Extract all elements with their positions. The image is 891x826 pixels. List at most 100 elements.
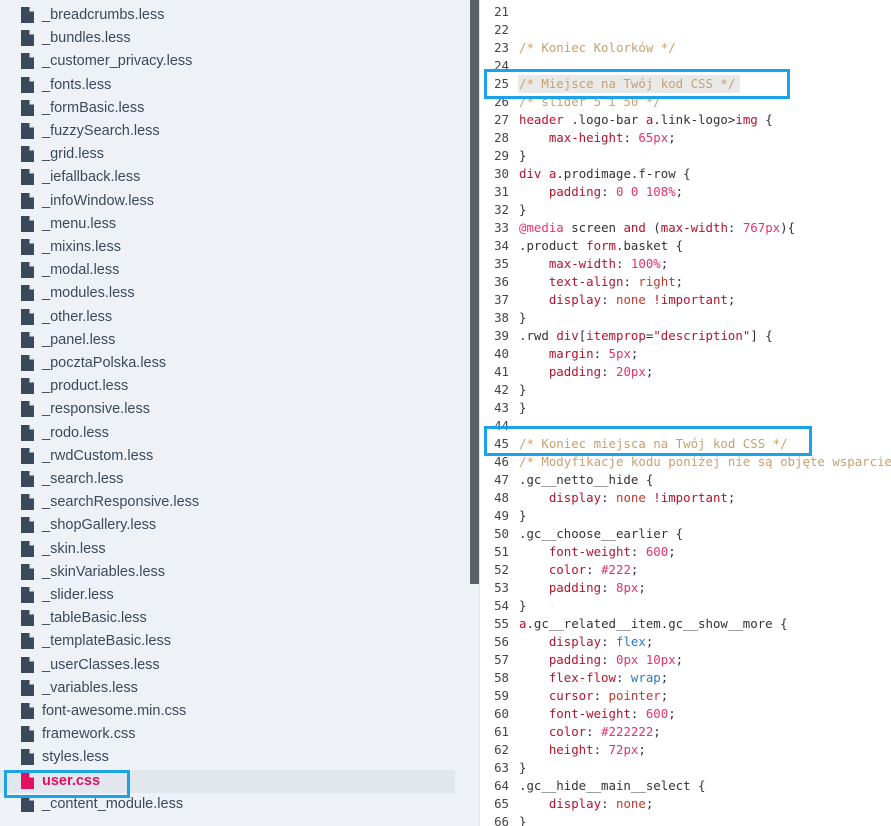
file-item[interactable]: _menu.less	[0, 213, 455, 236]
file-item[interactable]: _product.less	[0, 375, 455, 398]
file-item[interactable]: _customer_privacy.less	[0, 50, 455, 73]
code-line[interactable]: 65 display: none;	[480, 795, 891, 813]
code-line[interactable]: 34 .product form.basket {	[480, 237, 891, 255]
file-icon	[21, 30, 34, 47]
sidebar-scrollbar-thumb[interactable]	[470, 0, 479, 584]
file-item[interactable]: _fonts.less	[0, 74, 455, 97]
code-line[interactable]: 47 .gc__netto__hide {	[480, 471, 891, 489]
code-line[interactable]: 63}	[480, 759, 891, 777]
file-icon	[21, 285, 34, 302]
file-item[interactable]: _skinVariables.less	[0, 561, 455, 584]
code-line[interactable]: 40 margin: 5px;	[480, 345, 891, 363]
file-item[interactable]: framework.css	[0, 723, 455, 746]
code-line[interactable]: 42}	[480, 381, 891, 399]
code-token: :	[630, 544, 646, 559]
file-item[interactable]: _bundles.less	[0, 27, 455, 50]
file-name: _breadcrumbs.less	[42, 7, 165, 23]
code-line[interactable]: 22	[480, 21, 891, 39]
file-item[interactable]: _mixins.less	[0, 236, 455, 259]
code-line[interactable]: 48 display: none !important;	[480, 489, 891, 507]
file-item[interactable]: font-awesome.min.css	[0, 700, 455, 723]
code-token: .gc__choose__earlier {	[519, 526, 684, 541]
file-item[interactable]: _templateBasic.less	[0, 630, 455, 653]
code-line[interactable]: 37 display: none !important;	[480, 291, 891, 309]
code-line[interactable]: 29}	[480, 147, 891, 165]
file-name: _slider.less	[42, 587, 114, 603]
file-item[interactable]: _userClasses.less	[0, 654, 455, 677]
code-text: display: flex;	[519, 633, 653, 651]
code-line[interactable]: 53 padding: 8px;	[480, 579, 891, 597]
line-number: 56	[494, 634, 509, 649]
file-name: _templateBasic.less	[42, 633, 171, 650]
file-item[interactable]: _infoWindow.less	[0, 190, 455, 213]
code-line[interactable]: 64 .gc__hide__main__select {	[480, 777, 891, 795]
code-line[interactable]: 27 header .logo-bar a.link-logo>img {	[480, 111, 891, 129]
file-item[interactable]: _rwdCustom.less	[0, 445, 455, 468]
file-name: _shopGallery.less	[42, 517, 157, 534]
code-line[interactable]: 23 /* Koniec Kolorków */	[480, 39, 891, 57]
code-token: }	[519, 148, 527, 163]
code-line[interactable]: 54}	[480, 597, 891, 615]
file-item[interactable]: _modal.less	[0, 259, 455, 282]
code-line[interactable]: 31 padding: 0 0 108%;	[480, 183, 891, 201]
file-item[interactable]: _search.less	[0, 468, 455, 491]
file-item[interactable]: _breadcrumbs.less	[0, 4, 455, 27]
code-line[interactable]: 35 max-width: 100%;	[480, 255, 891, 273]
code-token: }	[519, 508, 527, 523]
code-line[interactable]: 30 div a.prodimage.f-row {	[480, 165, 891, 183]
code-token: display	[519, 634, 602, 649]
code-line[interactable]: 56 display: flex;	[480, 633, 891, 651]
code-line[interactable]: 62 height: 72px;	[480, 741, 891, 759]
file-item[interactable]: _panel.less	[0, 329, 455, 352]
file-name: font-awesome.min.css	[42, 703, 187, 719]
file-item[interactable]: _other.less	[0, 306, 455, 329]
code-line[interactable]: 58 flex-flow: wrap;	[480, 669, 891, 687]
file-item[interactable]: _responsive.less	[0, 398, 455, 421]
code-token: wrap	[630, 670, 661, 685]
code-line[interactable]: 43}	[480, 399, 891, 417]
code-line[interactable]: 57 padding: 0px 10px;	[480, 651, 891, 669]
code-line[interactable]: 52 color: #222;	[480, 561, 891, 579]
code-line[interactable]: 39 .rwd div[itemprop="description"] {	[480, 327, 891, 345]
code-line[interactable]: 32}	[480, 201, 891, 219]
code-text: cursor: pointer;	[519, 687, 668, 705]
file-item[interactable]: _modules.less	[0, 282, 455, 305]
file-item[interactable]: _searchResponsive.less	[0, 491, 455, 514]
file-item[interactable]: styles.less	[0, 746, 455, 769]
code-line[interactable]: 36 text-align: right;	[480, 273, 891, 291]
code-line[interactable]: 38}	[480, 309, 891, 327]
code-line[interactable]: 61 color: #222222;	[480, 723, 891, 741]
code-line[interactable]: 33 @media screen and (max-width: 767px){	[480, 219, 891, 237]
file-item[interactable]: _tableBasic.less	[0, 607, 455, 630]
file-name: _iefallback.less	[42, 169, 141, 186]
code-line[interactable]: 59 cursor: pointer;	[480, 687, 891, 705]
file-item[interactable]: _grid.less	[0, 143, 455, 166]
file-item[interactable]: _skin.less	[0, 538, 455, 561]
file-item[interactable]: _iefallback.less	[0, 166, 455, 189]
code-editor[interactable]: 21 22 23/* Koniec Kolorków */24 25/* Miejsc…	[479, 0, 891, 826]
file-item[interactable]: _rodo.less	[0, 422, 455, 445]
file-item[interactable]: _variables.less	[0, 677, 455, 700]
code-text: max-width: 100%;	[519, 255, 668, 273]
code-line[interactable]: 28 max-height: 65px;	[480, 129, 891, 147]
file-item[interactable]: _pocztaPolska.less	[0, 352, 455, 375]
code-line[interactable]: 60 font-weight: 600;	[480, 705, 891, 723]
file-item[interactable]: _fuzzySearch.less	[0, 120, 455, 143]
file-name: _customer_privacy.less	[42, 53, 193, 70]
code-token: form	[586, 238, 616, 253]
code-token: div	[556, 328, 579, 343]
code-line[interactable]: 49}	[480, 507, 891, 525]
code-token: :	[601, 184, 616, 199]
file-item[interactable]: _formBasic.less	[0, 97, 455, 120]
code-line[interactable]: 55 a.gc__related__item.gc__show__more {	[480, 615, 891, 633]
code-token: flex-flow	[519, 670, 616, 685]
code-line[interactable]: 41 padding: 20px;	[480, 363, 891, 381]
file-item[interactable]: _shopGallery.less	[0, 514, 455, 537]
code-line[interactable]: 66}	[480, 813, 891, 826]
code-line[interactable]: 51 font-weight: 600;	[480, 543, 891, 561]
code-line[interactable]: 50 .gc__choose__earlier {	[480, 525, 891, 543]
highlight-box-start-marker	[484, 69, 790, 99]
code-line[interactable]: 21	[480, 3, 891, 21]
sidebar-scrollbar-track[interactable]	[470, 584, 479, 826]
file-item[interactable]: _slider.less	[0, 584, 455, 607]
